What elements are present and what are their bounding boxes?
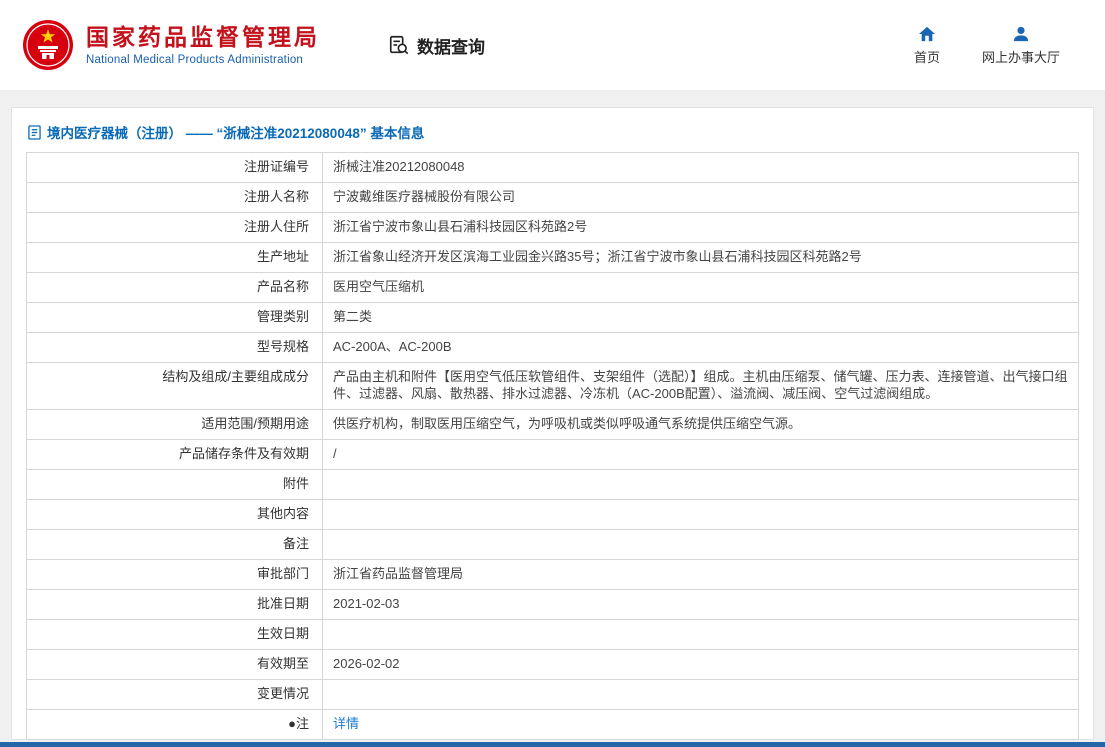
main-content: 境内医疗器械（注册） —— “浙械注准20212080048” 基本信息 注册证…	[0, 90, 1105, 742]
table-row: 注册人住所 浙江省宁波市象山县石浦科技园区科苑路2号	[27, 213, 1078, 243]
row-label: 注册人名称	[27, 183, 323, 212]
row-value: 浙械注准20212080048	[333, 159, 465, 174]
brand: 国家药品监督管理局 National Medical Products Admi…	[22, 19, 320, 71]
row-value	[323, 500, 1078, 529]
row-label: 管理类别	[27, 303, 323, 332]
row-value: 浙江省宁波市象山县石浦科技园区科苑路2号	[333, 219, 588, 234]
row-value: 第二类	[333, 309, 373, 324]
nmpa-emblem-icon	[22, 19, 74, 71]
site-header: 国家药品监督管理局 National Medical Products Admi…	[0, 0, 1105, 90]
row-value	[323, 530, 1078, 559]
row-value	[323, 620, 1078, 649]
org-name-en: National Medical Products Administration	[86, 54, 304, 67]
table-row: 注册证编号 浙械注准20212080048	[27, 153, 1078, 183]
row-label: 附件	[27, 469, 323, 499]
page-title-text: 境内医疗器械（注册） —— “浙械注准20212080048” 基本信息	[47, 126, 425, 141]
table-row: 注册人名称 宁波戴维医疗器械股份有限公司	[27, 183, 1078, 213]
user-icon	[1012, 25, 1030, 43]
row-label: 结构及组成/主要组成成分	[27, 363, 323, 409]
row-label: 型号规格	[27, 333, 323, 362]
table-row: 适用范围/预期用途 供医疗机构，制取医用压缩空气，为呼吸机或类似呼吸通气系统提供压…	[27, 409, 1078, 440]
brand-text: 国家药品监督管理局 National Medical Products Admi…	[86, 24, 320, 67]
row-label: 有效期至	[27, 649, 323, 679]
row-label: 变更情况	[27, 679, 323, 709]
data-query-icon	[388, 34, 410, 56]
row-label: 适用范围/预期用途	[27, 409, 323, 439]
document-icon	[28, 124, 41, 140]
table-row: 批准日期 2021-02-03	[27, 589, 1078, 620]
org-name-zh: 国家药品监督管理局	[86, 23, 320, 50]
nav-service-hall[interactable]: 网上办事大厅	[982, 25, 1060, 66]
table-row: 审批部门 浙江省药品监督管理局	[27, 559, 1078, 590]
row-label: 产品储存条件及有效期	[27, 439, 323, 469]
row-label: ●注	[27, 709, 323, 739]
table-row: 附件	[27, 469, 1078, 500]
row-value: 医用空气压缩机	[333, 279, 425, 294]
detail-panel: 境内医疗器械（注册） —— “浙械注准20212080048” 基本信息 注册证…	[11, 107, 1094, 740]
nav-home[interactable]: 首页	[914, 25, 940, 66]
data-query-link[interactable]: 数据查询	[388, 33, 485, 58]
home-icon	[918, 25, 936, 43]
row-label: 备注	[27, 529, 323, 559]
table-row: 有效期至 2026-02-02	[27, 649, 1078, 680]
table-row: ●注 详情	[27, 709, 1078, 740]
page-title: 境内医疗器械（注册） —— “浙械注准20212080048” 基本信息	[26, 118, 1079, 152]
row-value	[323, 470, 1078, 499]
table-row: 备注	[27, 529, 1078, 560]
table-row: 其他内容	[27, 499, 1078, 530]
table-row: 结构及组成/主要组成成分 产品由主机和附件【医用空气低压软管组件、支架组件（选配）…	[27, 363, 1078, 410]
table-row: 生产地址 浙江省象山经济开发区滨海工业园金兴路35号；浙江省宁波市象山县石浦科技园…	[27, 243, 1078, 273]
row-label: 产品名称	[27, 273, 323, 302]
row-value: /	[333, 445, 337, 461]
row-label: 其他内容	[27, 499, 323, 529]
data-query-label: 数据查询	[417, 37, 485, 57]
row-label: 生产地址	[27, 243, 323, 272]
table-row: 变更情况	[27, 679, 1078, 710]
row-value: 2021-02-03	[333, 595, 400, 611]
detail-link[interactable]: 详情	[333, 716, 359, 731]
row-value: 供医疗机构，制取医用压缩空气，为呼吸机或类似呼吸通气系统提供压缩空气源。	[333, 415, 802, 431]
row-label: 审批部门	[27, 559, 323, 589]
row-label: 生效日期	[27, 619, 323, 649]
info-table: 注册证编号 浙械注准20212080048 注册人名称 宁波戴维医疗器械股份有限公司注…	[26, 152, 1079, 740]
row-label: 批准日期	[27, 589, 323, 619]
table-row: 产品名称 医用空气压缩机	[27, 273, 1078, 303]
row-label: 注册人住所	[27, 213, 323, 242]
row-value: 宁波戴维医疗器械股份有限公司	[333, 189, 516, 204]
table-row: 生效日期	[27, 619, 1078, 650]
row-value: 浙江省象山经济开发区滨海工业园金兴路35号；浙江省宁波市象山县石浦科技园区科苑路…	[333, 249, 862, 264]
row-value: AC-200A、AC-200B	[333, 339, 452, 354]
table-row: 管理类别 第二类	[27, 303, 1078, 333]
row-value: 产品由主机和附件【医用空气低压软管组件、支架组件（选配）】组成。主机由压缩泵、储…	[333, 369, 1068, 401]
top-nav: 首页 网上办事大厅	[914, 25, 1060, 66]
table-row: 型号规格 AC-200A、AC-200B	[27, 333, 1078, 363]
nav-service-hall-label: 网上办事大厅	[981, 49, 1060, 65]
row-value: 浙江省药品监督管理局	[333, 565, 464, 581]
table-row: 产品储存条件及有效期 /	[27, 439, 1078, 470]
row-label: 注册证编号	[27, 153, 323, 182]
footer-bar	[0, 742, 1105, 747]
nav-home-label: 首页	[913, 49, 940, 65]
row-value	[323, 680, 1078, 709]
row-value: 2026-02-02	[333, 655, 400, 671]
row-value: 详情	[323, 710, 1078, 739]
